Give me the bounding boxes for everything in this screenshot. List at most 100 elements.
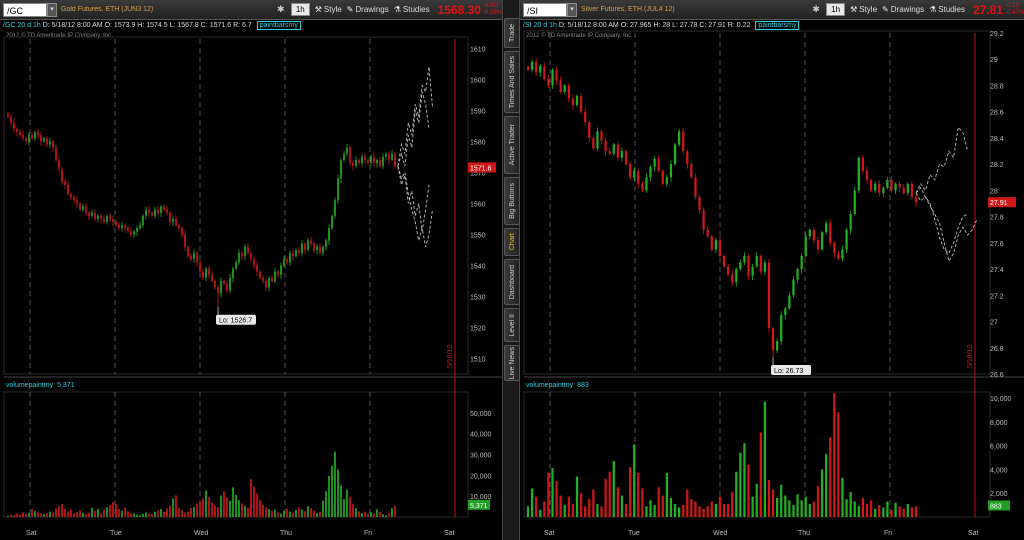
volume-bar	[247, 507, 249, 517]
candle-body	[64, 181, 66, 185]
tab-times-and-sales[interactable]: Times And Sales	[504, 51, 520, 113]
candle-body	[79, 203, 81, 210]
time-axis-label: Sat	[968, 530, 979, 537]
candle-body	[85, 206, 87, 213]
candle-body	[325, 240, 327, 247]
volume-bar	[55, 508, 57, 517]
volume-bar	[902, 508, 905, 517]
volume-bar	[121, 510, 123, 517]
candle-body	[130, 231, 132, 235]
volume-bar	[555, 481, 558, 517]
volume-bar	[727, 503, 730, 517]
price-chart[interactable]: 1610160015901580157015601550154015301520…	[0, 0, 502, 540]
candle-body	[865, 170, 869, 180]
price-axis-label: 27.8	[990, 215, 1004, 222]
tab-chart[interactable]: Chart	[504, 228, 520, 256]
volume-bar	[181, 510, 183, 517]
price-chart[interactable]: 29.2 29 28.8 28.6 28.4 28.2 28 27.8 27.6 27.4 27.2…	[520, 0, 1024, 540]
volume-bar	[277, 512, 279, 517]
candle-body	[175, 218, 177, 226]
volume-bar	[292, 512, 294, 517]
candle-body	[202, 271, 204, 278]
volume-bar	[148, 513, 150, 517]
volume-bar	[298, 507, 300, 517]
tab-dashboard[interactable]: Dashboard	[504, 259, 520, 305]
candle-body	[355, 159, 357, 167]
volume-bar	[151, 514, 153, 517]
candle-body	[103, 218, 105, 223]
tab-active-trader[interactable]: Active Trader	[504, 116, 520, 174]
volume-bar	[208, 497, 210, 517]
candle-body	[358, 159, 360, 164]
candle-body	[526, 66, 530, 70]
candle-body	[645, 177, 648, 191]
candle-body	[331, 215, 333, 229]
volume-bar	[112, 502, 114, 517]
candle-body	[220, 280, 222, 294]
volume-bar	[142, 513, 144, 517]
candle-body	[559, 80, 562, 93]
candle-body	[124, 225, 126, 229]
price-axis-label: 26.8	[990, 346, 1004, 353]
volume-bar	[82, 512, 84, 517]
volume-bar	[706, 506, 709, 517]
candle-body	[109, 215, 111, 219]
time-axis-label: Sat	[444, 530, 455, 537]
volume-bar	[58, 506, 60, 517]
candle-body	[253, 259, 255, 266]
volume-bar	[677, 507, 681, 517]
candle-body	[136, 228, 138, 232]
candle-body	[385, 153, 387, 157]
candle-body	[367, 159, 369, 164]
volume-bar	[694, 501, 697, 517]
candle-body	[154, 209, 156, 216]
candle-body	[718, 240, 722, 256]
volume-bar	[641, 488, 644, 517]
candle-body	[169, 212, 171, 223]
volume-bar	[800, 500, 803, 517]
candle-body	[349, 147, 351, 164]
volume-bar	[268, 509, 270, 517]
volume-bar	[349, 496, 351, 517]
candle-body	[262, 277, 264, 281]
candle-body	[226, 284, 228, 291]
volume-axis-label: 6,000	[990, 444, 1008, 451]
candle-body	[376, 159, 378, 164]
volume-bar	[364, 511, 366, 517]
candle-body	[388, 153, 390, 160]
price-axis-label: 27.2	[990, 293, 1004, 300]
candle-body	[238, 253, 240, 263]
candle-body	[588, 122, 591, 138]
candle-body	[637, 170, 640, 184]
candle-body	[343, 153, 345, 160]
volume-bar	[217, 507, 219, 517]
candle-body	[289, 253, 291, 263]
volume-bar	[710, 501, 713, 517]
volume-bar	[624, 503, 628, 517]
candle-body	[370, 156, 372, 164]
volume-bar	[190, 508, 192, 517]
volume-bar	[310, 508, 312, 517]
candle-body	[751, 266, 754, 276]
volume-bar	[106, 507, 108, 517]
candle-body	[337, 178, 339, 201]
candle-body	[584, 111, 587, 123]
volume-bar	[579, 493, 583, 517]
volume-bar	[64, 508, 66, 517]
tab-level-ii[interactable]: Level II	[504, 308, 520, 342]
volume-bar	[914, 506, 918, 517]
candle-body	[205, 268, 207, 278]
tab-live-news[interactable]: Live News	[504, 345, 520, 381]
volume-bar	[784, 495, 787, 517]
volume-bar	[376, 509, 378, 517]
tab-big-buttons[interactable]: Big Buttons	[504, 177, 520, 225]
candle-body	[624, 151, 628, 165]
candle-body	[88, 212, 90, 216]
candle-body	[298, 249, 300, 254]
volume-bar	[25, 513, 27, 517]
candle-body	[160, 206, 162, 213]
tab-label: Live News	[508, 346, 516, 380]
time-axis-label: Thu	[280, 530, 292, 537]
volume-bar	[118, 509, 120, 517]
tab-trade[interactable]: Trade	[504, 18, 520, 48]
